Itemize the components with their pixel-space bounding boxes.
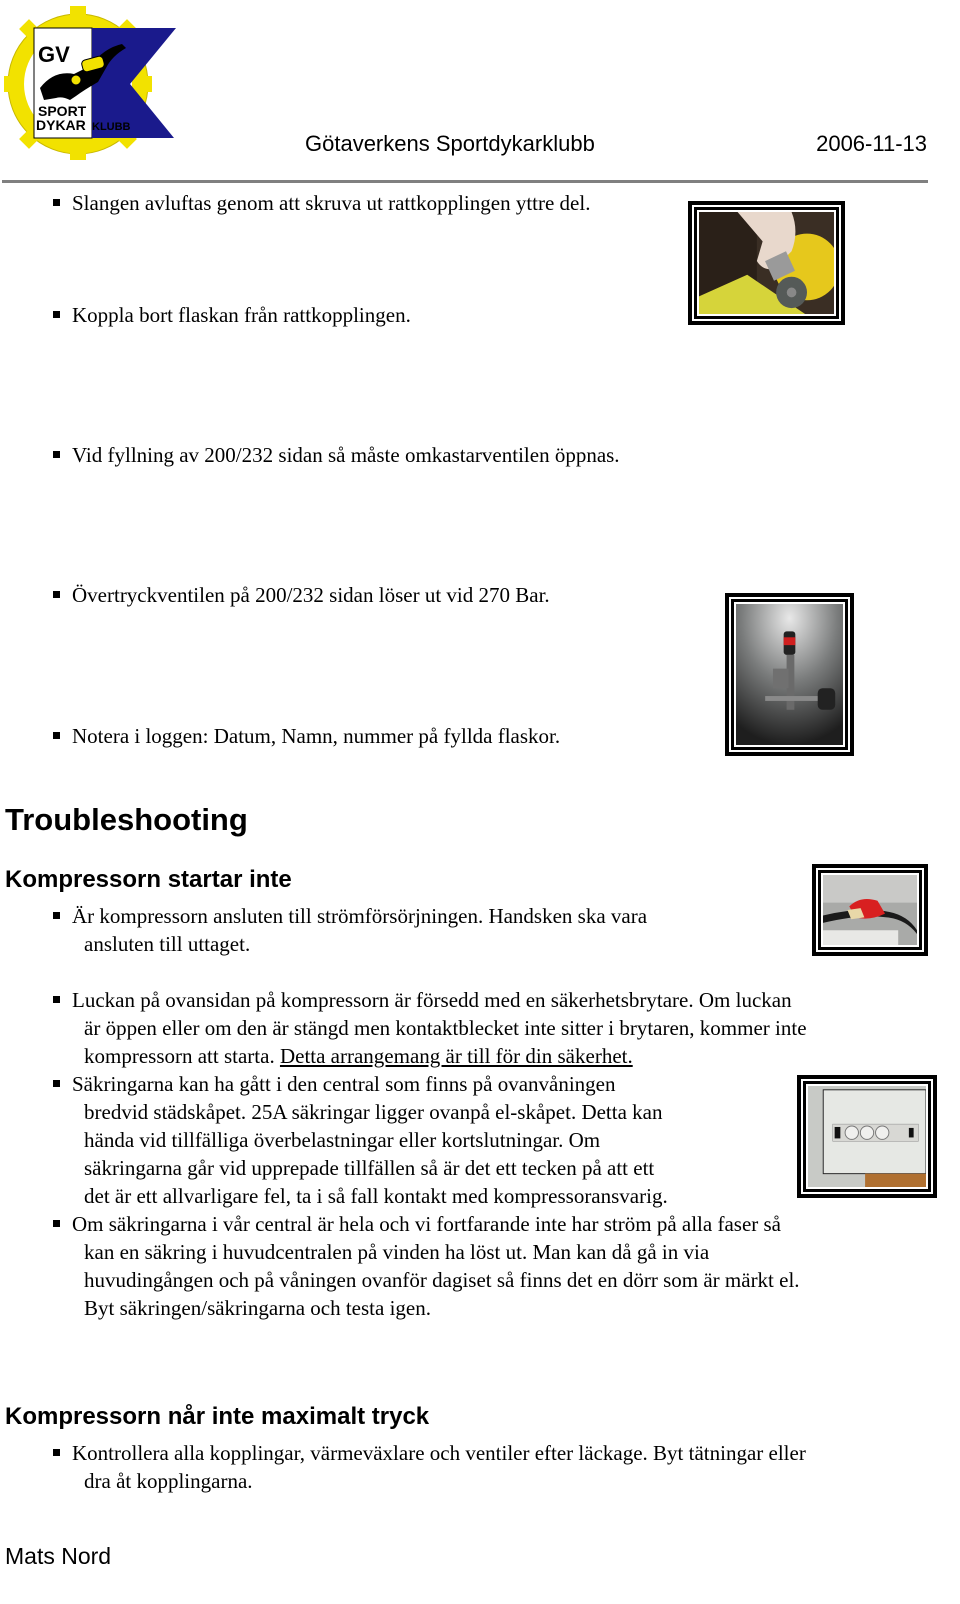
club-logo-icon: GV SPORT DYKAR KLUBB (4, 6, 176, 160)
troubleshooting-item: Om säkringarna i vår central är hela och… (45, 1210, 800, 1322)
power-plug-image (823, 875, 917, 945)
troubleshooting-item: Kontrollera alla kopplingar, värmeväxlar… (45, 1439, 806, 1495)
troubleshooting-item: Säkringarna kan ha gått i den central so… (45, 1070, 668, 1210)
document-date: 2006-11-13 (816, 131, 927, 156)
svg-text:KLUBB: KLUBB (92, 121, 131, 133)
fuse-box-image (808, 1086, 926, 1187)
tank-valve-image (699, 212, 834, 314)
header-divider (2, 180, 928, 183)
subsection-heading: Kompressorn når inte maximalt tryck (5, 1403, 430, 1430)
footer-author: Mats Nord (5, 1543, 112, 1569)
photo-power-plug (812, 864, 928, 956)
svg-text:DYKAR: DYKAR (36, 117, 86, 133)
section-title: Troubleshooting (5, 802, 248, 837)
procedure-item: Notera i loggen: Datum, Namn, nummer på … (45, 722, 560, 750)
procedure-item: Slangen avluftas genom att skruva ut rat… (45, 189, 590, 217)
procedure-item: Övertryckventilen på 200/232 sidan löser… (45, 581, 550, 609)
photo-overpressure-valve (725, 593, 854, 756)
photo-fuse-box (797, 1075, 937, 1198)
troubleshooting-item: Luckan på ovansidan på kompressorn är fö… (45, 986, 807, 1070)
overpressure-valve-image (736, 604, 843, 745)
organization-name: Götaverkens Sportdykarklubb (305, 131, 595, 156)
club-logo: GV SPORT DYKAR KLUBB (4, 4, 176, 160)
subsection-heading: Kompressorn startar inte (5, 866, 292, 893)
svg-text:GV: GV (38, 42, 70, 67)
photo-tank-valve (688, 201, 845, 325)
procedure-item: Koppla bort flaskan från rattkopplingen. (45, 301, 411, 329)
procedure-item: Vid fyllning av 200/232 sidan så måste o… (45, 441, 620, 469)
troubleshooting-item: Är kompressorn ansluten till strömförsör… (45, 902, 647, 958)
safety-note: Detta arrangemang är till för din säkerh… (279, 1044, 633, 1068)
